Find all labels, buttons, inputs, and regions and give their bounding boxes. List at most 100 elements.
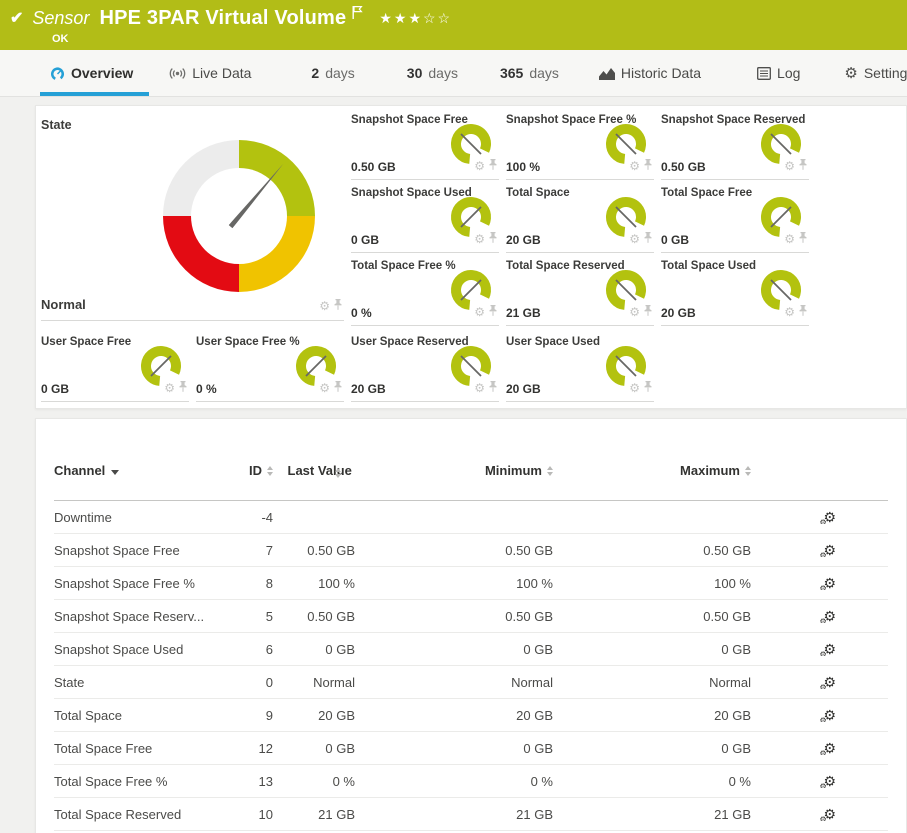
pin-icon[interactable] [644, 157, 652, 175]
priority-flag-icon[interactable] [352, 5, 363, 25]
channel-id: 6 [244, 642, 273, 657]
gear-icon[interactable]: ⚙ [629, 306, 640, 318]
column-header-id[interactable]: ID [244, 463, 273, 478]
column-header-channel[interactable]: Channel [54, 463, 244, 478]
column-label: ID [249, 463, 262, 478]
gear-icon[interactable]: ⚙ [474, 306, 485, 318]
gauge-panel: Total Space Reserved 21 GB ⚙ [506, 260, 654, 326]
table-row[interactable]: Snapshot Space Reserv... 5 0.50 GB 0.50 … [54, 600, 888, 633]
pin-icon[interactable] [489, 157, 497, 175]
channel-settings-icon[interactable]: ⚙⚙ [823, 576, 836, 590]
channel-minimum: 21 GB [355, 807, 553, 822]
channel-name[interactable]: Snapshot Space Used [54, 642, 244, 657]
tab-log[interactable]: Log [757, 50, 800, 96]
channel-name[interactable]: Downtime [54, 510, 244, 525]
pin-icon[interactable] [179, 379, 187, 397]
tab-historic-data[interactable]: Historic Data [599, 50, 701, 96]
pin-icon[interactable] [334, 379, 342, 397]
channel-name[interactable]: Snapshot Space Free [54, 543, 244, 558]
pin-icon[interactable] [799, 230, 807, 248]
gauge-value: 0 GB [351, 233, 379, 247]
table-row[interactable]: Snapshot Space Free % 8 100 % 100 % 100 … [54, 567, 888, 600]
table-row[interactable]: Total Space 9 20 GB 20 GB 20 GB ⚙⚙ [54, 699, 888, 732]
channel-name[interactable]: Total Space [54, 708, 244, 723]
channel-last-value: 0 % [273, 774, 355, 789]
channel-name[interactable]: Snapshot Space Free % [54, 576, 244, 591]
pin-icon[interactable] [644, 230, 652, 248]
gauge-value: 0 % [196, 382, 217, 396]
channel-settings-icon[interactable]: ⚙⚙ [823, 807, 836, 821]
gear-icon[interactable]: ⚙ [629, 382, 640, 394]
gear-icon[interactable]: ⚙ [474, 382, 485, 394]
table-row[interactable]: Total Space Free % 13 0 % 0 % 0 % ⚙⚙ [54, 765, 888, 798]
channel-name[interactable]: Total Space Free % [54, 774, 244, 789]
channel-last-value: Normal [273, 675, 355, 690]
table-row[interactable]: State 0 Normal Normal Normal ⚙⚙ [54, 666, 888, 699]
column-label: Minimum [485, 463, 542, 478]
tab-live-data[interactable]: Live Data [169, 50, 251, 96]
channel-name[interactable]: Snapshot Space Reserv... [54, 609, 244, 624]
gauge-value: 0.50 GB [661, 160, 706, 174]
pin-icon[interactable] [644, 303, 652, 321]
gear-icon[interactable]: ⚙ [474, 233, 485, 245]
priority-stars[interactable]: ★★★☆☆ [379, 10, 452, 27]
column-header-maximum[interactable]: Maximum [553, 463, 751, 478]
channel-name[interactable]: State [54, 675, 244, 690]
pin-icon[interactable] [489, 303, 497, 321]
pin-icon[interactable] [489, 230, 497, 248]
tab-365-days[interactable]: 365 days [500, 50, 559, 96]
gauge-panel: Total Space Used 20 GB ⚙ [661, 260, 809, 326]
gear-icon[interactable]: ⚙ [164, 382, 175, 394]
gear-icon[interactable]: ⚙ [629, 233, 640, 245]
table-row[interactable]: Total Space Free 12 0 GB 0 GB 0 GB ⚙⚙ [54, 732, 888, 765]
sort-icon [335, 468, 341, 478]
channel-last-value: 0 GB [273, 741, 355, 756]
column-header-last-value[interactable]: Last Value [273, 463, 355, 478]
channel-settings-icon[interactable]: ⚙⚙ [823, 774, 836, 788]
channel-settings-icon[interactable]: ⚙⚙ [823, 543, 836, 557]
column-label: Maximum [680, 463, 740, 478]
gauge-value: 100 % [506, 160, 540, 174]
channel-minimum: 20 GB [355, 708, 553, 723]
channel-settings-icon[interactable]: ⚙⚙ [823, 708, 836, 722]
pin-icon[interactable] [799, 157, 807, 175]
table-row[interactable]: Snapshot Space Free 7 0.50 GB 0.50 GB 0.… [54, 534, 888, 567]
channel-id: 10 [244, 807, 273, 822]
pin-icon[interactable] [489, 379, 497, 397]
pin-icon[interactable] [799, 303, 807, 321]
channel-settings-icon[interactable]: ⚙⚙ [823, 675, 836, 689]
tab-settings[interactable]: ⚙ Settings [844, 50, 907, 96]
pin-icon[interactable] [644, 379, 652, 397]
gear-icon[interactable]: ⚙ [784, 160, 795, 172]
table-row[interactable]: Total Space Reserved 10 21 GB 21 GB 21 G… [54, 798, 888, 831]
channel-settings-icon[interactable]: ⚙⚙ [823, 609, 836, 623]
gauge-title: State [41, 114, 344, 132]
channel-name[interactable]: Total Space Reserved [54, 807, 244, 822]
tab-30-days[interactable]: 30 days [407, 50, 458, 96]
table-row[interactable]: Downtime -4 ⚙⚙ [54, 501, 888, 534]
gear-icon[interactable]: ⚙ [319, 300, 330, 312]
channel-settings-icon[interactable]: ⚙⚙ [823, 510, 836, 524]
column-header-minimum[interactable]: Minimum [355, 463, 553, 478]
gear-icon[interactable]: ⚙ [784, 233, 795, 245]
gauge-panel: Snapshot Space Free 0.50 GB ⚙ [351, 114, 499, 180]
gauge-value: 20 GB [351, 382, 386, 396]
channel-minimum: 0.50 GB [355, 609, 553, 624]
gear-icon[interactable]: ⚙ [319, 382, 330, 394]
table-row[interactable]: Snapshot Space Used 6 0 GB 0 GB 0 GB ⚙⚙ [54, 633, 888, 666]
gauge-panel: Snapshot Space Reserved 0.50 GB ⚙ [661, 114, 809, 180]
channel-settings-icon[interactable]: ⚙⚙ [823, 741, 836, 755]
gauge-panel: User Space Used 20 GB ⚙ [506, 336, 654, 402]
channel-settings-icon[interactable]: ⚙⚙ [823, 642, 836, 656]
gear-icon[interactable]: ⚙ [629, 160, 640, 172]
sort-desc-icon [111, 470, 119, 475]
log-list-icon [757, 67, 771, 80]
tab-overview[interactable]: Overview [50, 50, 133, 96]
channel-name[interactable]: Total Space Free [54, 741, 244, 756]
channel-minimum: 0 GB [355, 642, 553, 657]
pin-icon[interactable] [334, 297, 342, 315]
channel-last-value: 100 % [273, 576, 355, 591]
gear-icon[interactable]: ⚙ [784, 306, 795, 318]
tab-2-days[interactable]: 2 days [311, 50, 354, 96]
gear-icon[interactable]: ⚙ [474, 160, 485, 172]
